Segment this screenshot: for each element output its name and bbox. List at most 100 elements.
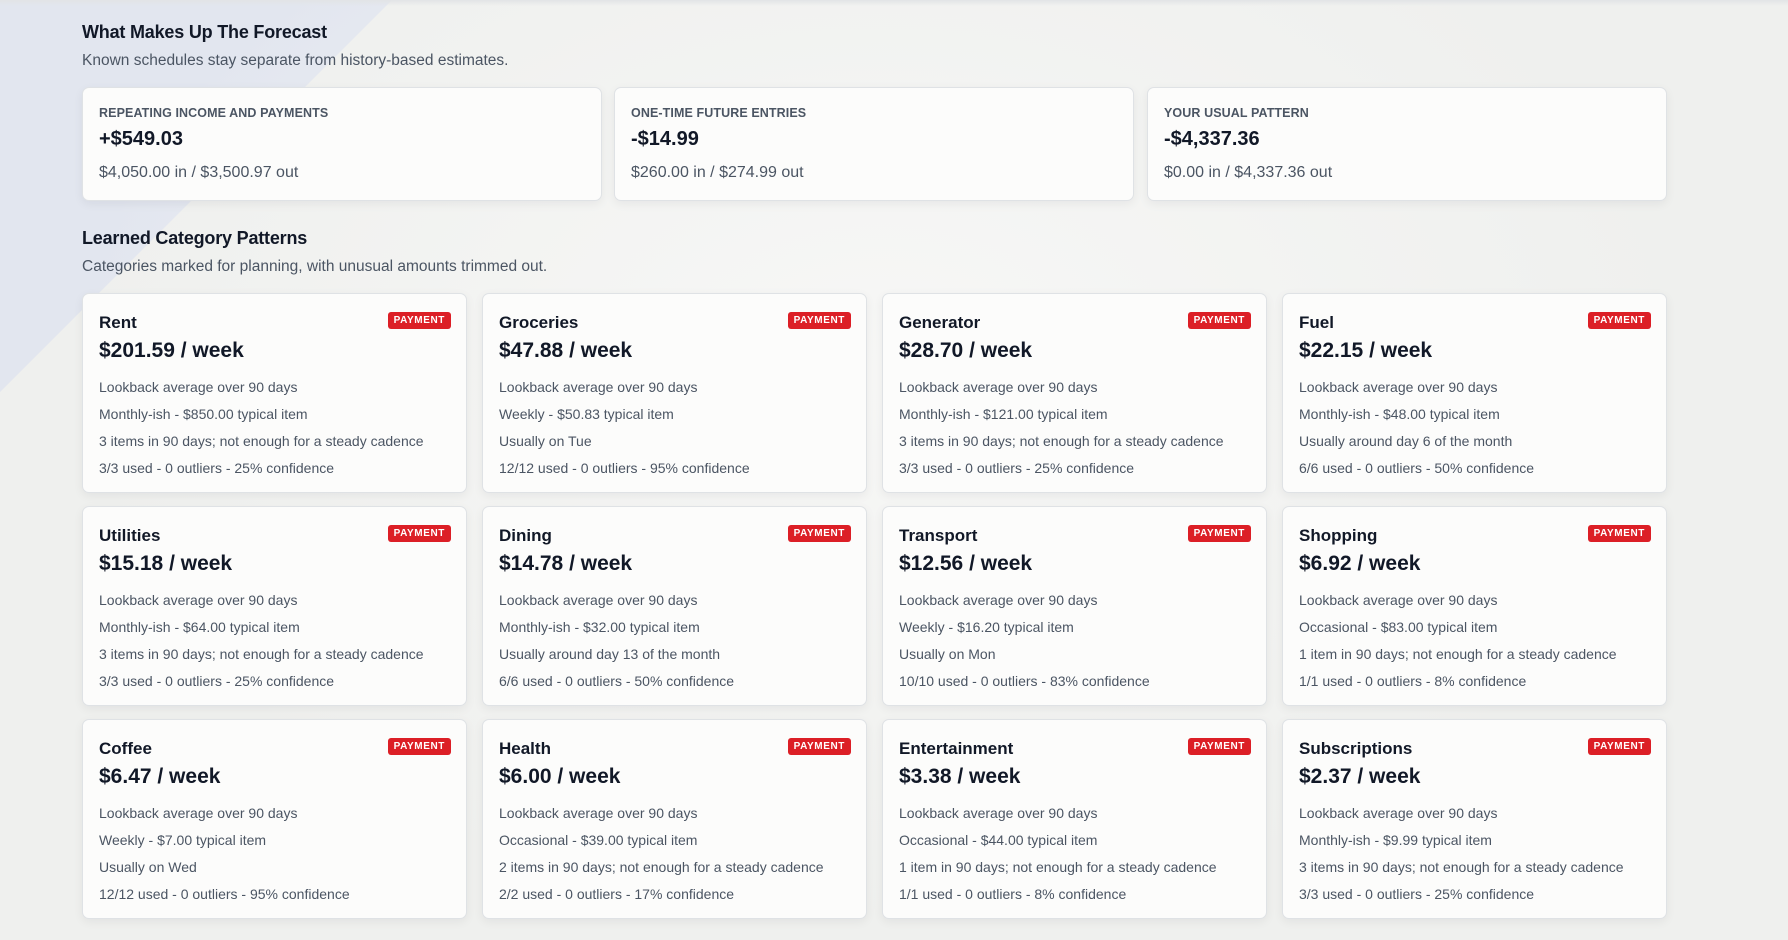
category-weekly-amount: $12.56 / week: [899, 552, 1033, 575]
payment-badge: PAYMENT: [387, 738, 451, 755]
category-card-entertainment: Entertainment PAYMENT $3.38 / week Lookb…: [882, 719, 1267, 919]
category-frequency: Weekly - $50.83 typical item: [499, 406, 674, 422]
category-basis: Lookback average over 90 days: [99, 379, 298, 395]
category-name: Utilities: [99, 526, 161, 545]
category-confidence: 12/12 used - 0 outliers - 95% confidence: [99, 886, 350, 902]
summary-card-label: YOUR USUAL PATTERN: [1164, 106, 1309, 120]
category-confidence: 6/6 used - 0 outliers - 50% confidence: [1299, 460, 1535, 476]
category-frequency: Weekly - $16.20 typical item: [899, 619, 1074, 635]
category-confidence: 3/3 used - 0 outliers - 25% confidence: [99, 460, 335, 476]
category-basis: Lookback average over 90 days: [899, 805, 1098, 821]
category-timing: Usually on Tue: [499, 433, 592, 449]
category-weekly-amount: $3.38 / week: [899, 765, 1021, 788]
category-weekly-amount: $28.70 / week: [899, 339, 1033, 362]
category-frequency: Occasional - $39.00 typical item: [499, 832, 698, 848]
payment-badge: PAYMENT: [787, 525, 851, 542]
category-name: Coffee: [99, 739, 152, 758]
category-name: Groceries: [499, 313, 579, 332]
category-basis: Lookback average over 90 days: [899, 379, 1098, 395]
patterns-section-title: Learned Category Patterns: [82, 228, 308, 248]
category-card-shopping: Shopping PAYMENT $6.92 / week Lookback a…: [1282, 506, 1667, 706]
category-frequency: Occasional - $83.00 typical item: [1299, 619, 1498, 635]
category-timing: Usually around day 13 of the month: [499, 646, 721, 662]
payment-badge: PAYMENT: [1587, 312, 1651, 329]
category-card-coffee: Coffee PAYMENT $6.47 / week Lookback ave…: [82, 719, 467, 919]
category-basis: Lookback average over 90 days: [99, 805, 298, 821]
forecast-section-subtitle: Known schedules stay separate from histo…: [82, 52, 509, 69]
category-basis: Lookback average over 90 days: [1299, 592, 1498, 608]
summary-card-label: REPEATING INCOME AND PAYMENTS: [99, 106, 329, 120]
summary-card-one-time: ONE-TIME FUTURE ENTRIES -$14.99 $260.00 …: [614, 87, 1134, 201]
category-basis: Lookback average over 90 days: [499, 379, 698, 395]
category-basis: Lookback average over 90 days: [499, 805, 698, 821]
category-name: Fuel: [1299, 313, 1334, 332]
category-card-health: Health PAYMENT $6.00 / week Lookback ave…: [482, 719, 867, 919]
payment-badge: PAYMENT: [1187, 525, 1251, 542]
category-name: Dining: [499, 526, 552, 545]
summary-card-label: ONE-TIME FUTURE ENTRIES: [631, 106, 807, 120]
category-timing: 3 items in 90 days; not enough for a ste…: [99, 433, 424, 449]
category-weekly-amount: $6.00 / week: [499, 765, 621, 788]
category-name: Transport: [899, 526, 978, 545]
category-confidence: 2/2 used - 0 outliers - 17% confidence: [499, 886, 735, 902]
category-weekly-amount: $6.92 / week: [1299, 552, 1421, 575]
category-card-rent: Rent PAYMENT $201.59 / week Lookback ave…: [82, 293, 467, 493]
summary-card-detail: $260.00 in / $274.99 out: [631, 164, 804, 181]
category-timing: Usually on Mon: [899, 646, 996, 662]
payment-badge: PAYMENT: [1187, 312, 1251, 329]
category-card-transport: Transport PAYMENT $12.56 / week Lookback…: [882, 506, 1267, 706]
category-frequency: Monthly-ish - $850.00 typical item: [99, 406, 308, 422]
payment-badge: PAYMENT: [1587, 738, 1651, 755]
category-name: Shopping: [1299, 526, 1378, 545]
payment-badge: PAYMENT: [787, 738, 851, 755]
payment-badge: PAYMENT: [787, 312, 851, 329]
payment-badge: PAYMENT: [1587, 525, 1651, 542]
category-basis: Lookback average over 90 days: [1299, 379, 1498, 395]
category-frequency: Monthly-ish - $64.00 typical item: [99, 619, 300, 635]
category-confidence: 1/1 used - 0 outliers - 8% confidence: [899, 886, 1127, 902]
category-confidence: 10/10 used - 0 outliers - 83% confidence: [899, 673, 1150, 689]
category-confidence: 3/3 used - 0 outliers - 25% confidence: [99, 673, 335, 689]
summary-card-detail: $4,050.00 in / $3,500.97 out: [99, 164, 299, 181]
category-name: Health: [499, 739, 551, 758]
category-card-subscriptions: Subscriptions PAYMENT $2.37 / week Lookb…: [1282, 719, 1667, 919]
category-frequency: Occasional - $44.00 typical item: [899, 832, 1098, 848]
summary-card-detail: $0.00 in / $4,337.36 out: [1164, 164, 1333, 181]
summary-card-usual-pattern: YOUR USUAL PATTERN -$4,337.36 $0.00 in /…: [1147, 87, 1667, 201]
category-frequency: Monthly-ish - $48.00 typical item: [1299, 406, 1500, 422]
category-name: Entertainment: [899, 739, 1014, 758]
summary-card-value: -$14.99: [631, 128, 699, 150]
category-basis: Lookback average over 90 days: [1299, 805, 1498, 821]
category-confidence: 1/1 used - 0 outliers - 8% confidence: [1299, 673, 1527, 689]
category-frequency: Monthly-ish - $32.00 typical item: [499, 619, 700, 635]
category-confidence: 12/12 used - 0 outliers - 95% confidence: [499, 460, 750, 476]
category-weekly-amount: $201.59 / week: [99, 339, 244, 362]
category-name: Subscriptions: [1299, 739, 1413, 758]
category-weekly-amount: $2.37 / week: [1299, 765, 1421, 788]
category-card-groceries: Groceries PAYMENT $47.88 / week Lookback…: [482, 293, 867, 493]
category-timing: 3 items in 90 days; not enough for a ste…: [1299, 859, 1624, 875]
payment-badge: PAYMENT: [1187, 738, 1251, 755]
payment-badge: PAYMENT: [387, 525, 451, 542]
top-shadow: [0, 0, 1788, 6]
category-timing: Usually on Wed: [99, 859, 197, 875]
summary-card-value: +$549.03: [99, 128, 183, 150]
payment-badge: PAYMENT: [387, 312, 451, 329]
summary-card-repeating: REPEATING INCOME AND PAYMENTS +$549.03 $…: [82, 87, 602, 201]
category-basis: Lookback average over 90 days: [899, 592, 1098, 608]
category-basis: Lookback average over 90 days: [99, 592, 298, 608]
category-card-generator: Generator PAYMENT $28.70 / week Lookback…: [882, 293, 1267, 493]
forecast-section-title: What Makes Up The Forecast: [82, 22, 327, 42]
category-name: Generator: [899, 313, 981, 332]
category-weekly-amount: $15.18 / week: [99, 552, 233, 575]
category-confidence: 3/3 used - 0 outliers - 25% confidence: [1299, 886, 1535, 902]
category-weekly-amount: $6.47 / week: [99, 765, 221, 788]
category-frequency: Monthly-ish - $9.99 typical item: [1299, 832, 1492, 848]
category-card-utilities: Utilities PAYMENT $15.18 / week Lookback…: [82, 506, 467, 706]
category-frequency: Monthly-ish - $121.00 typical item: [899, 406, 1108, 422]
category-frequency: Weekly - $7.00 typical item: [99, 832, 267, 848]
category-confidence: 3/3 used - 0 outliers - 25% confidence: [899, 460, 1135, 476]
category-weekly-amount: $47.88 / week: [499, 339, 633, 362]
category-basis: Lookback average over 90 days: [499, 592, 698, 608]
category-timing: 2 items in 90 days; not enough for a ste…: [499, 859, 824, 875]
